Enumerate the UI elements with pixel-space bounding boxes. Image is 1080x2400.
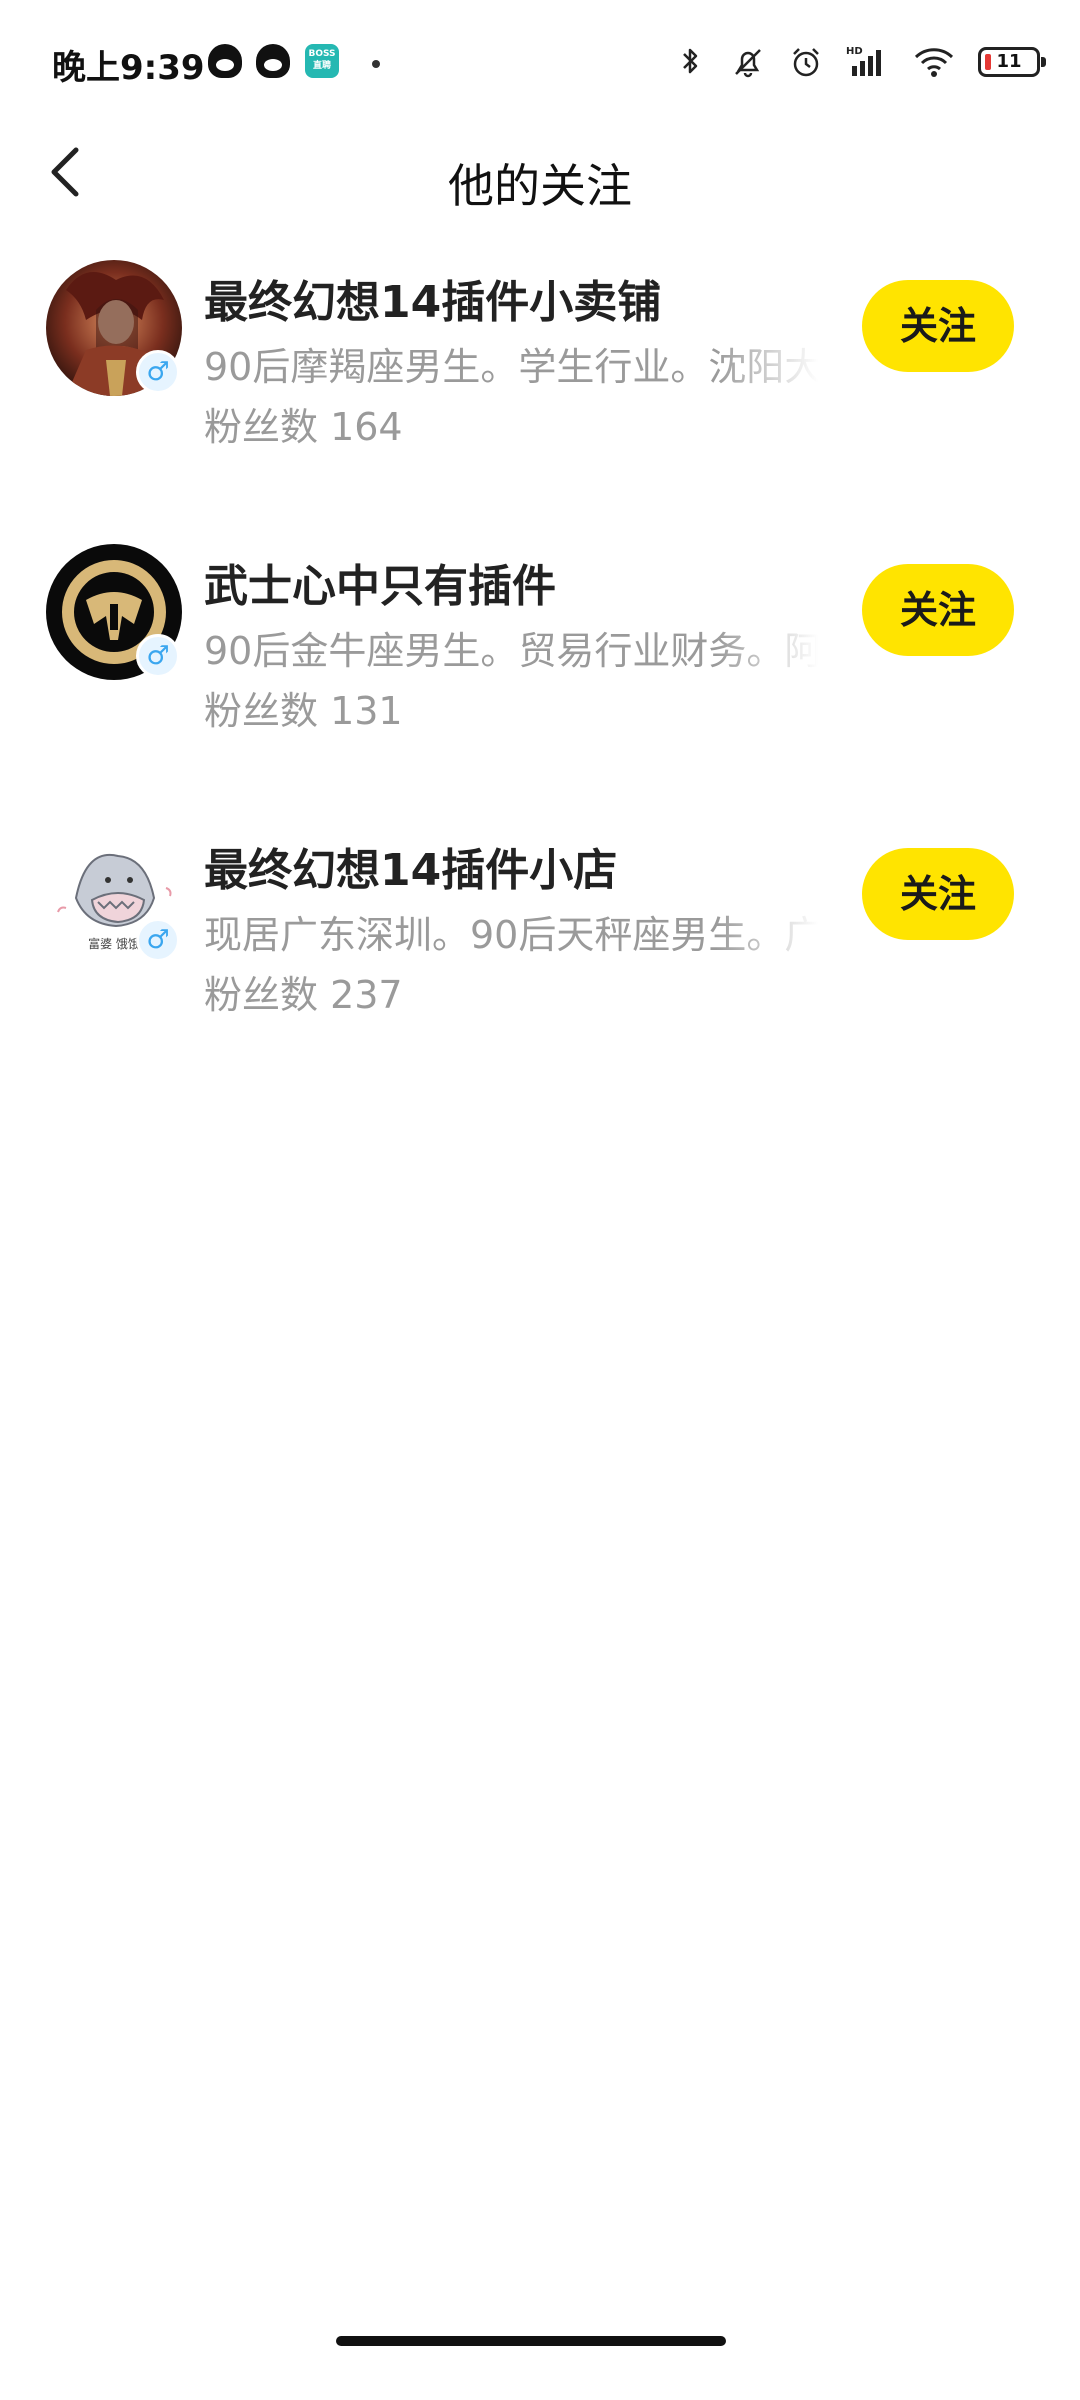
description-fade xyxy=(716,336,836,396)
nav-header: 他的关注 xyxy=(0,120,1080,230)
bluetooth-icon xyxy=(672,44,708,80)
qq-icon xyxy=(208,44,242,78)
battery-icon: 11 xyxy=(978,47,1046,77)
user-name[interactable]: 武士心中只有插件 xyxy=(204,550,556,614)
alarm-icon xyxy=(788,44,824,80)
fans-count: 粉丝数 237 xyxy=(204,973,403,1017)
status-icons: HD 11 xyxy=(672,40,1046,84)
battery-low-indicator xyxy=(985,54,991,70)
follow-button[interactable]: 关注 xyxy=(862,848,1014,940)
fans-count: 粉丝数 164 xyxy=(204,405,403,449)
battery-level: 11 xyxy=(996,51,1022,72)
user-name[interactable]: 最终幻想14插件小店 xyxy=(204,834,617,898)
status-time: 晚上9:39 xyxy=(52,48,205,88)
user-description-wrap: 90后金牛座男生。贸易行业财务。阿 xyxy=(204,620,836,680)
notification-dot xyxy=(372,60,380,68)
follow-list: ♂ 最终幻想14插件小卖铺 90后摩羯座男生。学生行业。沈阳大 粉丝数 164 … xyxy=(0,250,1080,1102)
follow-button[interactable]: 关注 xyxy=(862,564,1014,656)
gender-male-icon: ♂ xyxy=(136,350,180,394)
avatar-caption: 富婆 饿饿 xyxy=(88,936,140,951)
qq-icon xyxy=(256,44,290,78)
boss-app-label: BOSS 直聘 xyxy=(308,49,336,71)
home-indicator[interactable] xyxy=(336,2336,726,2346)
list-item[interactable]: ♂ 武士心中只有插件 90后金牛座男生。贸易行业财务。阿 粉丝数 131 关注 xyxy=(0,534,1080,818)
mute-bell-icon xyxy=(730,44,766,80)
fans-count: 粉丝数 131 xyxy=(204,689,403,733)
list-item[interactable]: 富婆 饿饿 ♂ 最终幻想14插件小店 现居广东深圳。90后天秤座男生。广 粉丝数… xyxy=(0,818,1080,1102)
gender-male-icon: ♂ xyxy=(136,634,180,678)
page: 晚上9:39 BOSS 直聘 HD 11 他的关注 ♂ 最终幻想14插件小卖铺 … xyxy=(0,0,1080,2400)
user-description-wrap: 现居广东深圳。90后天秤座男生。广 xyxy=(204,904,836,964)
page-title: 他的关注 xyxy=(448,159,632,213)
boss-app-icon: BOSS 直聘 xyxy=(305,44,339,78)
status-bar: 晚上9:39 BOSS 直聘 HD 11 xyxy=(0,0,1080,120)
description-fade xyxy=(716,620,836,680)
signal-hd-icon: HD xyxy=(846,44,890,80)
user-name[interactable]: 最终幻想14插件小卖铺 xyxy=(204,266,661,330)
wifi-icon xyxy=(912,44,956,80)
gender-male-icon: ♂ xyxy=(136,918,180,962)
description-fade xyxy=(716,904,836,964)
user-description-wrap: 90后摩羯座男生。学生行业。沈阳大 xyxy=(204,336,836,396)
svg-text:HD: HD xyxy=(846,46,863,57)
list-item[interactable]: ♂ 最终幻想14插件小卖铺 90后摩羯座男生。学生行业。沈阳大 粉丝数 164 … xyxy=(0,250,1080,534)
follow-button[interactable]: 关注 xyxy=(862,280,1014,372)
